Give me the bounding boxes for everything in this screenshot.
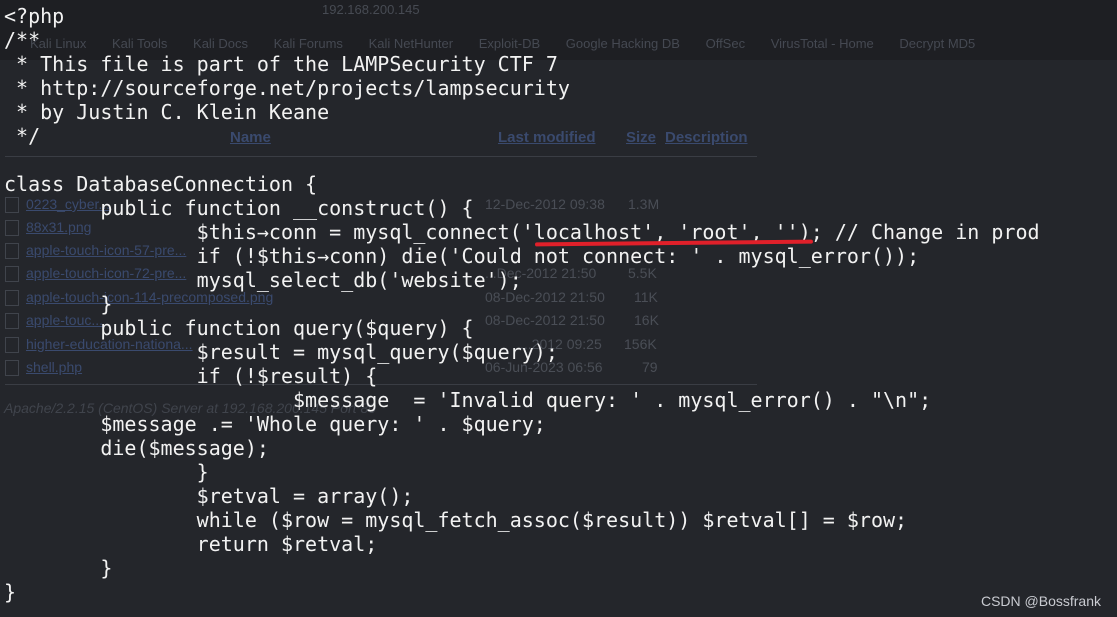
code-line: mysql_select_db('website'); (4, 268, 522, 292)
code-line: if (!$result) { (4, 364, 378, 388)
code-line: return $retval; (4, 532, 378, 556)
code-line: <?php (4, 4, 65, 28)
php-source-output: <?php/** * This file is part of the LAMP… (4, 4, 1040, 604)
code-line: public function query($query) { (4, 316, 474, 340)
code-line: $message = 'Invalid query: ' . mysql_err… (4, 388, 932, 412)
code-line: /** (4, 28, 41, 52)
code-line: } (4, 292, 113, 316)
code-line: $retval = array(); (4, 484, 414, 508)
code-line-db-credentials: $this→conn = mysql_connect('localhost', … (4, 220, 1040, 244)
code-line: */ (4, 124, 41, 148)
code-line: } (4, 580, 17, 604)
code-line: * http://sourceforge.net/projects/lampse… (4, 76, 570, 100)
code-line: $result = mysql_query($query); (4, 340, 558, 364)
code-line: if (!$this→conn) die('Could not connect:… (4, 244, 920, 268)
code-line: class DatabaseConnection { (4, 172, 318, 196)
code-line: } (4, 460, 209, 484)
code-line: die($message); (4, 436, 269, 460)
code-line: } (4, 556, 113, 580)
code-line: public function __construct() { (4, 196, 474, 220)
code-line: $message .= 'Whole query: ' . $query; (4, 412, 546, 436)
code-line: while ($row = mysql_fetch_assoc($result)… (4, 508, 908, 532)
csdn-watermark: CSDN @Bossfrank (980, 593, 1101, 609)
code-line: * This file is part of the LAMPSecurity … (4, 52, 558, 76)
code-line: * by Justin C. Klein Keane (4, 100, 330, 124)
